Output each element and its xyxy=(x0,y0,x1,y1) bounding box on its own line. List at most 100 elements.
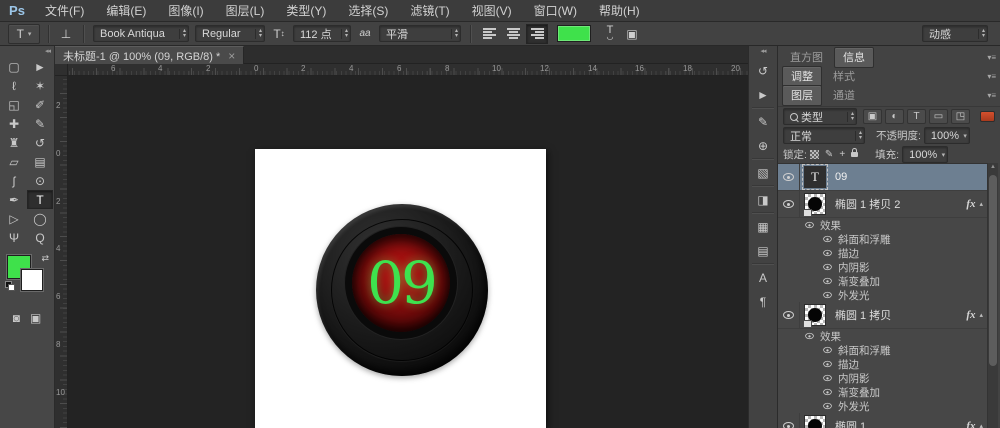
layer-row[interactable]: 椭圆 1fx▴ xyxy=(778,413,988,428)
menu-item[interactable]: 选择(S) xyxy=(337,2,399,19)
zoom-tool[interactable]: Q xyxy=(27,228,53,247)
layers-scrollbar[interactable]: ▲ xyxy=(987,163,998,428)
actions-panel-icon[interactable]: ► xyxy=(752,84,774,105)
layer-row[interactable]: T09 xyxy=(778,164,988,191)
layer-visibility-toggle[interactable] xyxy=(778,164,800,190)
pen-tool[interactable]: ✒ xyxy=(1,190,27,209)
effects-header-row[interactable]: 效果 xyxy=(778,329,988,343)
healing-brush-tool[interactable]: ✚ xyxy=(1,114,27,133)
filter-adjustment-layers-icon[interactable]: ◐ xyxy=(885,109,904,124)
panel-tab-通道[interactable]: 通道 xyxy=(825,86,863,105)
layer-visibility-toggle[interactable] xyxy=(778,302,800,328)
clone-source-panel-icon[interactable]: ⊕ xyxy=(752,135,774,156)
lock-transparency-icon[interactable] xyxy=(810,150,819,159)
dodge-tool[interactable]: ⊙ xyxy=(27,171,53,190)
panel-menu-icon[interactable]: ▾≡ xyxy=(987,91,996,100)
swap-colors-icon[interactable]: ⇄ xyxy=(41,253,49,264)
filter-type-layers-icon[interactable]: T xyxy=(907,109,926,124)
panel-tab-直方图[interactable]: 直方图 xyxy=(782,48,831,67)
layer-comps-panel-icon[interactable]: ▧ xyxy=(752,162,774,183)
workspace-select[interactable]: 动感 ▴▾ xyxy=(922,25,988,42)
history-brush-tool[interactable]: ↺ xyxy=(27,133,53,152)
layer-thumbnail[interactable] xyxy=(804,415,826,428)
layer-thumbnail[interactable] xyxy=(804,193,826,215)
font-style-select[interactable]: Regular ▴▾ xyxy=(195,25,265,42)
effect-row[interactable]: 斜面和浮雕 xyxy=(778,232,988,246)
tool-presets-panel-icon[interactable]: ✎ xyxy=(752,111,774,132)
layer-filter-select[interactable]: 类型 ▴▾ xyxy=(783,108,857,125)
menu-item[interactable]: 编辑(E) xyxy=(95,2,157,19)
align-center-button[interactable] xyxy=(502,24,524,44)
panel-menu-icon[interactable]: ▾≡ xyxy=(987,53,996,62)
lock-all-icon[interactable] xyxy=(851,152,858,157)
crop-tool[interactable]: ◱ xyxy=(1,95,27,114)
panel-tab-信息[interactable]: 信息 xyxy=(834,47,874,68)
effect-row[interactable]: 描边 xyxy=(778,357,988,371)
tab-close-icon[interactable]: × xyxy=(228,51,235,61)
scroll-up-icon[interactable]: ▲ xyxy=(988,164,998,170)
scrollbar-thumb[interactable] xyxy=(989,175,997,366)
horizontal-ruler[interactable]: 64202468101214161820 xyxy=(68,64,748,76)
clone-stamp-tool[interactable]: ♜ xyxy=(1,133,27,152)
gradient-tool[interactable]: ▤ xyxy=(27,152,53,171)
panel-tab-样式[interactable]: 样式 xyxy=(825,67,863,86)
effect-row[interactable]: 斜面和浮雕 xyxy=(778,343,988,357)
effect-row[interactable]: 内阴影 xyxy=(778,260,988,274)
path-selection-tool[interactable]: ▷ xyxy=(1,209,27,228)
lasso-tool[interactable]: ℓ xyxy=(1,76,27,95)
font-family-select[interactable]: Book Antiqua ▴▾ xyxy=(93,25,189,42)
align-right-button[interactable] xyxy=(526,24,548,44)
effect-row[interactable]: 渐变叠加 xyxy=(778,385,988,399)
toggle-panels-button[interactable]: ▣ xyxy=(623,25,641,43)
opacity-select[interactable]: 100% ▾ xyxy=(924,127,970,144)
filter-pixel-layers-icon[interactable]: ▣ xyxy=(863,109,882,124)
effect-row[interactable]: 渐变叠加 xyxy=(778,274,988,288)
move-tool[interactable]: ► xyxy=(27,57,53,76)
lock-position-icon[interactable]: + xyxy=(839,149,845,160)
font-size-select[interactable]: 112 点 ▴▾ xyxy=(293,25,351,42)
document-tab[interactable]: 未标题-1 @ 100% (09, RGB/8) * × xyxy=(55,46,244,64)
menu-item[interactable]: 图层(L) xyxy=(215,2,276,19)
menu-item[interactable]: 窗口(W) xyxy=(523,2,588,19)
layer-row[interactable]: 椭圆 1 拷贝 2fx▴ xyxy=(778,191,988,218)
layer-fx-badge[interactable]: fx xyxy=(966,420,975,428)
fx-collapse-icon[interactable]: ▴ xyxy=(979,422,983,428)
panel-tab-图层[interactable]: 图层 xyxy=(782,85,822,106)
menu-item[interactable]: 滤镜(T) xyxy=(399,2,460,19)
lock-pixels-icon[interactable]: ✎ xyxy=(825,149,833,160)
quick-mask-button[interactable]: ◙ xyxy=(13,311,20,325)
layer-visibility-toggle[interactable] xyxy=(778,413,800,428)
eyedropper-tool[interactable]: ✐ xyxy=(27,95,53,114)
effect-row[interactable]: 内阴影 xyxy=(778,371,988,385)
layer-thumbnail[interactable]: T xyxy=(804,166,826,188)
rectangular-marquee-tool[interactable]: ▢ xyxy=(1,57,27,76)
ruler-corner[interactable] xyxy=(55,64,68,76)
canvas[interactable]: 09 xyxy=(255,149,546,428)
panel-menu-icon[interactable]: ▾≡ xyxy=(987,72,996,81)
fill-select[interactable]: 100% ▾ xyxy=(902,146,948,163)
character-panel-icon[interactable]: ▦ xyxy=(752,216,774,237)
align-left-button[interactable] xyxy=(478,24,500,44)
default-colors-icon[interactable] xyxy=(5,281,14,290)
layer-thumbnail[interactable] xyxy=(804,304,826,326)
filter-smart-objects-icon[interactable]: ◳ xyxy=(951,109,970,124)
layer-row[interactable]: 椭圆 1 拷贝fx▴ xyxy=(778,302,988,329)
text-orientation-button[interactable]: ⊥ xyxy=(57,25,75,43)
panel-tab-调整[interactable]: 调整 xyxy=(782,66,822,87)
effects-header-row[interactable]: 效果 xyxy=(778,218,988,232)
paragraph-styles-panel-icon[interactable]: ¶ xyxy=(752,291,774,312)
tool-preset-picker[interactable]: T ▾ xyxy=(8,24,40,44)
effect-row[interactable]: 外发光 xyxy=(778,399,988,413)
blend-mode-select[interactable]: 正常 ▴▾ xyxy=(783,127,865,144)
canvas-viewport[interactable]: 09 xyxy=(68,76,748,428)
expand-dock-chevron[interactable]: ◂◂ xyxy=(749,46,777,57)
character-styles-panel-icon[interactable]: A xyxy=(752,267,774,288)
menu-item[interactable]: 类型(Y) xyxy=(275,2,337,19)
ellipse-tool[interactable]: ◯ xyxy=(27,209,53,228)
menu-item[interactable]: 帮助(H) xyxy=(588,2,651,19)
layer-fx-badge[interactable]: fx xyxy=(966,198,975,210)
eraser-tool[interactable]: ▱ xyxy=(1,152,27,171)
paragraph-panel-icon[interactable]: ▤ xyxy=(752,240,774,261)
filter-shape-layers-icon[interactable]: ▭ xyxy=(929,109,948,124)
hand-tool[interactable]: Ψ xyxy=(1,228,27,247)
